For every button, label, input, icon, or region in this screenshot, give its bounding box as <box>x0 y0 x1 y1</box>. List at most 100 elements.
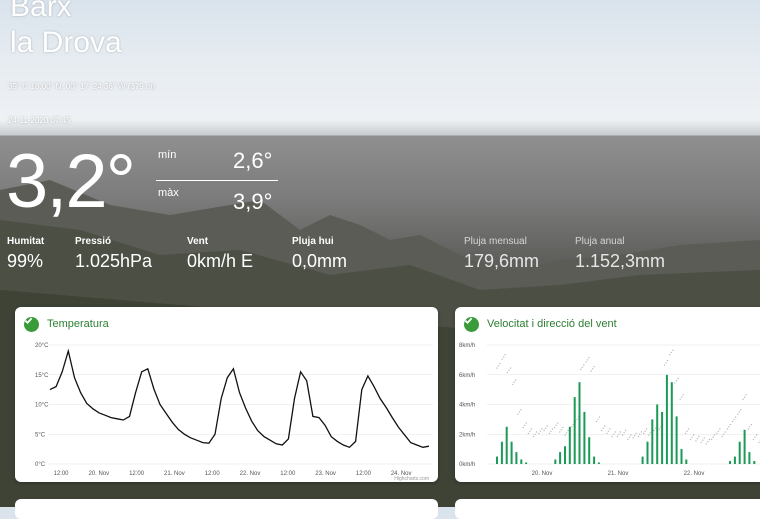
stat-humidity: Humitat 99% <box>7 236 44 272</box>
direction-point <box>712 437 713 438</box>
wind-bar <box>744 430 746 464</box>
direction-point <box>608 431 609 432</box>
direction-point <box>711 439 712 440</box>
direction-point <box>665 362 666 363</box>
station-name: la Drova <box>10 26 122 60</box>
direction-point <box>698 436 699 437</box>
direction-point <box>709 439 710 440</box>
y-tick-label: 10°C <box>35 403 49 409</box>
direction-point <box>737 414 738 415</box>
direction-point <box>562 427 563 428</box>
stat-value: 179,6mm <box>464 251 539 272</box>
wind-bar <box>676 416 678 464</box>
direction-point <box>583 364 584 365</box>
x-tick-label: 23. Nov <box>315 471 336 477</box>
direction-point <box>604 425 605 426</box>
card-header: Temperatura <box>24 316 109 332</box>
wind-bar <box>501 442 503 464</box>
direction-point <box>739 411 740 412</box>
y-tick-label: 8km/h <box>459 343 475 349</box>
direction-point <box>498 365 499 366</box>
direction-point <box>620 431 621 432</box>
direction-point <box>555 425 556 426</box>
chart-credit: Highcharts.com <box>394 476 429 482</box>
direction-point <box>754 437 755 438</box>
direction-point <box>677 378 678 379</box>
direction-point <box>617 436 618 437</box>
coordinates: 39° 0' 18.00" N, 00° 17' 24.36" W (379 m… <box>8 82 155 91</box>
direction-point <box>659 428 660 429</box>
x-tick-label: 12:00 <box>205 471 221 477</box>
direction-point <box>749 426 750 427</box>
direction-point <box>639 434 640 435</box>
y-tick-label: 2km/h <box>459 432 475 438</box>
y-tick-label: 4km/h <box>459 403 475 409</box>
direction-point <box>567 430 568 431</box>
direction-point <box>664 364 665 365</box>
direction-point <box>514 382 515 383</box>
direction-point <box>756 434 757 435</box>
wind-bar <box>656 405 658 465</box>
direction-point <box>655 428 656 429</box>
wind-bar <box>748 452 750 464</box>
direction-point <box>609 428 610 429</box>
direction-point <box>533 436 534 437</box>
direction-point <box>515 379 516 380</box>
direction-point <box>601 430 602 431</box>
max-value: 3,9° <box>233 189 272 215</box>
direction-point <box>706 443 707 444</box>
stat-rain-month: Pluja mensual 179,6mm <box>464 236 539 272</box>
wind-chart: 8km/h6km/h4km/h2km/h0km/h20. Nov21. Nov2… <box>455 307 760 482</box>
direction-point <box>686 431 687 432</box>
check-icon <box>464 317 479 332</box>
wind-bar <box>588 437 590 464</box>
stat-label: Humitat <box>7 236 44 247</box>
direction-point <box>587 359 588 360</box>
stat-value: 0km/h E <box>187 251 253 272</box>
direction-point <box>585 361 586 362</box>
direction-point <box>632 437 633 438</box>
min-label: mín <box>158 149 176 161</box>
direction-point <box>541 428 542 429</box>
direction-point <box>612 436 613 437</box>
direction-point <box>721 436 722 437</box>
wind-bar <box>739 442 741 464</box>
x-tick-label: 20. Nov <box>88 471 109 477</box>
direction-point <box>676 380 677 381</box>
direction-point <box>588 357 589 358</box>
wind-bar <box>642 457 644 464</box>
wind-bar <box>579 382 581 464</box>
direction-point <box>748 428 749 429</box>
direction-point <box>728 426 729 427</box>
direction-point <box>499 363 500 364</box>
next-card <box>455 499 760 519</box>
direction-point <box>701 442 702 443</box>
direction-point <box>615 431 616 432</box>
direction-point <box>526 422 527 423</box>
direction-point <box>508 370 509 371</box>
x-tick-label: 22. Nov <box>684 471 705 477</box>
wind-bar <box>574 397 576 464</box>
y-tick-label: 0km/h <box>459 462 475 468</box>
stat-label: Vent <box>187 236 253 247</box>
x-tick-label: 21. Nov <box>608 471 629 477</box>
direction-point <box>538 433 539 434</box>
direction-point <box>564 434 565 435</box>
direction-point <box>653 430 654 431</box>
direction-point <box>580 369 581 370</box>
direction-point <box>582 367 583 368</box>
direction-point <box>641 431 642 432</box>
direction-point <box>638 436 639 437</box>
direction-point <box>744 396 745 397</box>
x-tick-label: 21. Nov <box>164 471 185 477</box>
direction-point <box>546 425 547 426</box>
direction-point <box>503 356 504 357</box>
direction-point <box>557 422 558 423</box>
wind-bar <box>520 460 522 465</box>
direction-point <box>625 430 626 431</box>
direction-point <box>758 442 759 443</box>
direction-point <box>697 438 698 439</box>
check-icon <box>24 317 39 332</box>
wind-bar <box>647 442 649 464</box>
direction-point <box>543 430 544 431</box>
